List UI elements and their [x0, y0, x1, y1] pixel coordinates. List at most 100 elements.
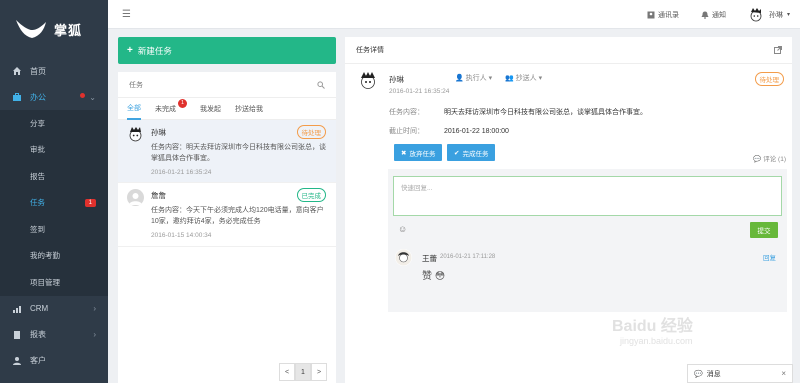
- tab-label: 抄送给我: [235, 105, 263, 113]
- avatar: [127, 189, 144, 206]
- reply-input[interactable]: 快速回复...: [393, 176, 782, 216]
- sidebar-item-customers[interactable]: 客户: [0, 348, 108, 374]
- user-name: 孙琳: [768, 11, 783, 19]
- avatar: [747, 6, 764, 23]
- task-list-item[interactable]: 詹詹 已完成 任务内容：今天下午必须完成人均120电话量，意向客户10家，邀约拜…: [118, 183, 336, 247]
- cc-dropdown[interactable]: 👥 抄送人 ▾: [505, 73, 542, 83]
- fox-logo-icon: [16, 20, 46, 38]
- bar-chart-icon: [13, 305, 21, 313]
- sidebar-item-crm[interactable]: CRM ›: [0, 296, 108, 322]
- sidebar-sub-project[interactable]: 项目管理: [0, 269, 108, 296]
- user-menu[interactable]: 孙琳 ▾: [747, 6, 790, 23]
- content-label: 任务内容：: [389, 109, 424, 116]
- next-page-button[interactable]: >: [311, 363, 327, 381]
- plus-icon: +: [127, 45, 133, 56]
- sidebar-sub-share[interactable]: 分享: [0, 110, 108, 137]
- button-label: 放弃任务: [409, 150, 436, 158]
- emoji-icon[interactable]: ☺: [398, 224, 407, 234]
- detail-title: 任务详情: [356, 47, 384, 54]
- avatar: [395, 249, 412, 266]
- tab-label: 我发起: [200, 105, 221, 113]
- comment-section: 快速回复... ☺ 提交 王蕾 2016-01-21 17:11:28 回复 赞…: [388, 169, 787, 312]
- caret-down-icon: ▾: [538, 75, 543, 82]
- tab-cc-me[interactable]: 抄送给我: [235, 98, 263, 120]
- home-icon: [13, 67, 21, 75]
- tab-incomplete[interactable]: 未完成 1: [155, 98, 187, 120]
- status-badge: 已完成: [296, 188, 326, 202]
- notification-label: 通知: [711, 11, 726, 19]
- sidebar-sub-label: 签到: [30, 224, 45, 234]
- task-content: 任务内容：明天去拜访深圳市今日科技有限公司张总，谈掌狐具体合作事宜。: [151, 144, 326, 162]
- task-count-badge: 1: [84, 198, 96, 207]
- status-badge: 待处理: [754, 72, 784, 86]
- sidebar-item-label: 客户: [30, 356, 46, 365]
- search-bar[interactable]: 任务: [118, 72, 336, 98]
- sidebar-item-office[interactable]: 办公 ⌄: [0, 84, 108, 110]
- chevron-down-icon: ⌄: [89, 92, 96, 102]
- comment-time: 2016-01-21 17:11:28: [440, 254, 496, 260]
- task-list-panel: 任务 全部 未完成 1 我发起 抄送给我 孙琳 待处理 任务内容：明天去拜访深圳市…: [118, 72, 336, 383]
- app-name: 掌狐: [54, 22, 83, 38]
- executor-dropdown[interactable]: 👤 执行人 ▾: [455, 73, 492, 83]
- chat-popup[interactable]: 💬 消息 ×: [687, 364, 793, 383]
- top-right-actions: 通讯录 通知 孙琳 ▾: [647, 0, 800, 29]
- new-task-button[interactable]: + 新建任务: [118, 37, 336, 64]
- sidebar-item-home[interactable]: 首页: [0, 58, 108, 84]
- comment-author: 王蕾: [422, 254, 437, 263]
- task-time: 2016-01-21 16:35:24: [151, 169, 212, 176]
- tab-initiated[interactable]: 我发起: [200, 98, 221, 120]
- detail-time: 2016-01-21 16:35:24: [389, 88, 450, 95]
- external-link-icon[interactable]: [774, 46, 782, 54]
- task-creator: 詹詹: [151, 191, 166, 200]
- comment-count[interactable]: 💬 评论 (1): [753, 153, 786, 163]
- task-content: 任务内容：今天下午必须完成人均120电话量，意向客户10家，邀约拜访4家，务必完…: [151, 207, 324, 225]
- chevron-right-icon: ›: [93, 304, 96, 313]
- notification-link[interactable]: 通知: [701, 10, 726, 20]
- logo[interactable]: 掌狐: [0, 0, 108, 58]
- sidebar-sub-approval[interactable]: 审批: [0, 136, 108, 163]
- tab-all[interactable]: 全部: [127, 98, 141, 120]
- detail-header: 任务详情: [345, 37, 792, 64]
- tab-badge: 1: [178, 98, 187, 108]
- task-tabs: 全部 未完成 1 我发起 抄送给我: [118, 98, 336, 120]
- user-icon: [13, 356, 21, 365]
- sidebar-sub-task[interactable]: 任务 1: [0, 189, 108, 216]
- comment-icon: 💬: [753, 156, 762, 163]
- sidebar-item-label: 首页: [30, 66, 46, 76]
- check-icon: ✔: [454, 149, 460, 157]
- task-list-item[interactable]: 孙琳 待处理 任务内容：明天去拜访深圳市今日科技有限公司张总，谈掌狐具体合作事宜…: [118, 120, 336, 183]
- avatar: [358, 71, 378, 93]
- comment-count-label: 评论 (1): [763, 156, 786, 163]
- status-badge: 待处理: [296, 125, 326, 139]
- new-task-label: 新建任务: [137, 45, 172, 56]
- notification-dot: [80, 93, 85, 98]
- abandon-task-button[interactable]: ✖ 放弃任务: [394, 144, 443, 161]
- sidebar-sub-label: 审批: [30, 145, 45, 155]
- prev-page-button[interactable]: <: [279, 363, 295, 381]
- reply-link[interactable]: 回复: [763, 252, 776, 262]
- submit-button[interactable]: 提交: [750, 222, 778, 238]
- contacts-label: 通讯录: [657, 11, 679, 19]
- sidebar-sub-label: 分享: [30, 118, 45, 128]
- search-icon[interactable]: [317, 80, 325, 89]
- close-icon[interactable]: ×: [781, 369, 786, 378]
- sidebar-sub-checkin[interactable]: 签到: [0, 216, 108, 243]
- search-label: 任务: [129, 81, 143, 89]
- complete-task-button[interactable]: ✔ 完成任务: [447, 144, 496, 161]
- close-icon: ✖: [401, 149, 407, 157]
- caret-down-icon: ▾: [488, 75, 493, 82]
- sidebar-item-reports[interactable]: 报表 ›: [0, 322, 108, 348]
- sidebar-sub-attendance[interactable]: 我的考勤: [0, 242, 108, 269]
- document-icon: [14, 330, 20, 339]
- contacts-link[interactable]: 通讯录: [647, 10, 679, 20]
- pagination: < 1 >: [279, 363, 327, 381]
- task-time: 2016-01-15 14:00:34: [151, 232, 212, 239]
- current-page[interactable]: 1: [295, 363, 311, 381]
- sidebar-item-label: CRM: [30, 304, 49, 313]
- cc-label: 抄送人: [515, 75, 537, 82]
- task-creator: 孙琳: [151, 128, 166, 137]
- sidebar-sub-label: 我的考勤: [30, 251, 60, 261]
- sidebar-sub-report[interactable]: 报告: [0, 163, 108, 190]
- tab-label: 未完成: [155, 105, 176, 113]
- menu-toggle-icon[interactable]: ☰: [122, 9, 131, 20]
